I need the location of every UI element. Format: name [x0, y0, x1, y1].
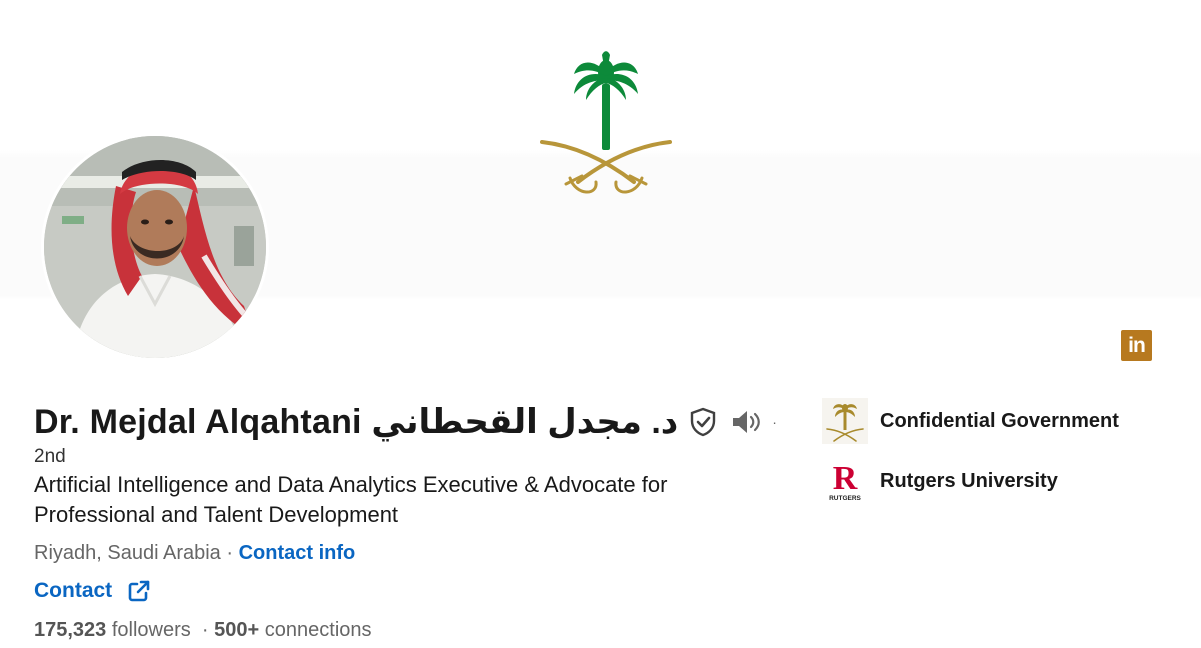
verified-shield-icon[interactable] [688, 407, 718, 437]
followers-label: followers [111, 619, 191, 641]
profile-photo[interactable] [41, 133, 269, 361]
stats-separator: · [201, 619, 209, 641]
saudi-emblem-icon [540, 51, 672, 194]
contact-info-link[interactable]: Contact info [239, 542, 356, 564]
company-name: Confidential Government [880, 409, 1119, 432]
name-line: Dr. Mejdal Alqahtani د. مجدل القحطاني · [34, 400, 777, 444]
current-company[interactable]: Confidential Government [822, 398, 1119, 444]
followers-count: 175,323 [34, 619, 107, 641]
rutgers-logo-wordmark: RUTGERS [829, 495, 861, 502]
school-name: Rutgers University [880, 469, 1058, 492]
stats-line: 175,323 followers · 500+ connections [34, 619, 372, 642]
profile-page: in Dr. Mejdal Alqahtani د. مجدل القحطاني… [0, 0, 1201, 648]
connections-label: connections [264, 619, 372, 641]
external-link-icon[interactable] [128, 580, 150, 602]
profile-name: Dr. Mejdal Alqahtani د. مجدل القحطاني [34, 403, 679, 441]
rutgers-logo-letter: R [833, 460, 858, 497]
linkedin-logo-icon: in [1121, 330, 1152, 361]
location-line: Riyadh, Saudi Arabia · Contact info [34, 542, 355, 565]
speaker-icon[interactable] [730, 407, 764, 437]
rutgers-r-icon: R RUTGERS [822, 458, 868, 504]
contact-line: Contact [34, 579, 150, 603]
contact-link[interactable]: Contact [34, 579, 112, 603]
education-school[interactable]: R RUTGERS Rutgers University [822, 458, 1058, 504]
name-separator: · [772, 414, 777, 430]
location-separator: · [226, 542, 234, 564]
profile-headline: Artificial Intelligence and Data Analyti… [34, 472, 668, 527]
profile-location: Riyadh, Saudi Arabia [34, 542, 221, 564]
connections-count: 500+ [214, 619, 260, 641]
avatar-image [44, 136, 266, 358]
saudi-emblem-icon [822, 398, 868, 444]
connection-degree: 2nd [34, 446, 66, 467]
